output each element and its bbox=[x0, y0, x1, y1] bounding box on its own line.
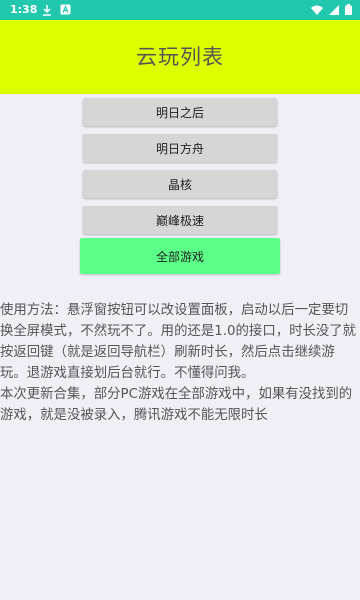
all-games-button[interactable]: 全部游戏 bbox=[80, 238, 280, 274]
battery-icon bbox=[345, 4, 352, 15]
usage-text: 使用方法：悬浮窗按钮可以改设置面板，启动以后一定要切换全屏模式，不然玩不了。用的… bbox=[0, 303, 357, 381]
status-left-icons bbox=[42, 4, 71, 16]
game-button-mingrifangzhou[interactable]: 明日方舟 bbox=[83, 134, 277, 162]
page-title: 云玩列表 bbox=[136, 45, 224, 69]
update-text: 本次更新合集，部分PC游戏在全部游戏中，如果有没找到的游戏，就是没被录入，腾讯游… bbox=[0, 387, 353, 423]
notification-a-icon bbox=[60, 4, 71, 16]
status-right-icons bbox=[311, 4, 352, 15]
wifi-icon bbox=[311, 5, 323, 15]
game-button-jinghe[interactable]: 晶核 bbox=[83, 170, 277, 198]
usage-description: 使用方法：悬浮窗按钮可以改设置面板，启动以后一定要切换全屏模式，不然玩不了。用的… bbox=[0, 300, 360, 426]
status-bar: 1:38 bbox=[0, 0, 360, 20]
status-time: 1:38 bbox=[10, 3, 38, 16]
signal-icon bbox=[329, 4, 339, 15]
game-button-dianfengjisu[interactable]: 巅峰极速 bbox=[83, 206, 277, 234]
game-button-mingrizhihou[interactable]: 明日之后 bbox=[83, 98, 277, 126]
download-icon bbox=[42, 4, 52, 16]
app-header: 云玩列表 bbox=[0, 20, 360, 94]
